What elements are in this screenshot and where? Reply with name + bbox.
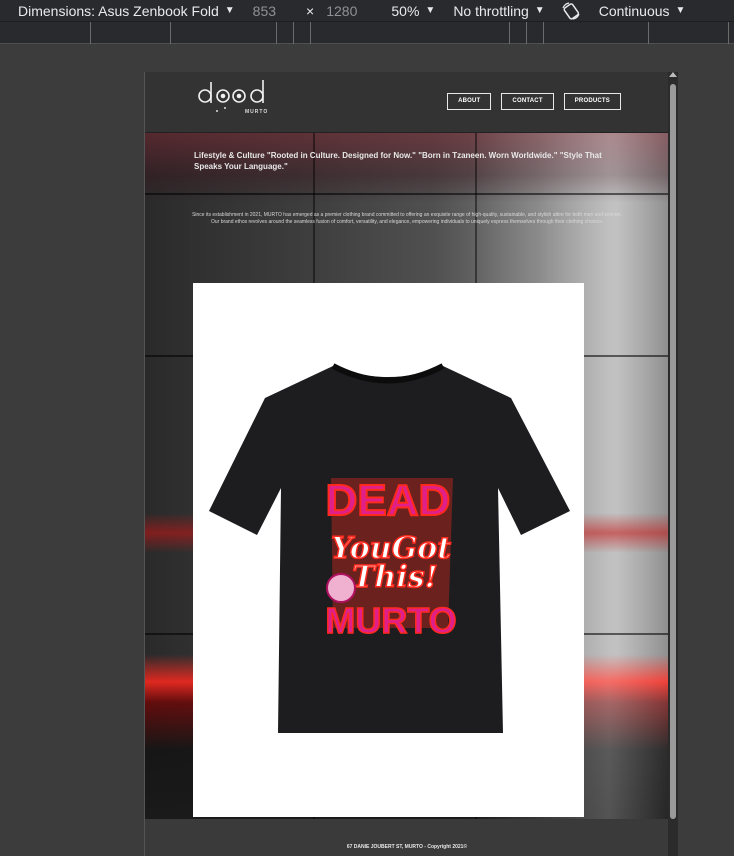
dimensions-dropdown[interactable]: Dimensions: Asus Zenbook Fold ▼	[18, 3, 235, 19]
logo-subtitle: MURTO	[245, 109, 269, 115]
hero-tagline: Lifestyle & Culture "Rooted in Culture. …	[194, 151, 602, 171]
scroll-up-icon[interactable]	[669, 72, 677, 77]
site-footer: 67 DANIE JOUBERT ST, MURTO - Copyright 2…	[145, 819, 668, 856]
about-paragraph: Since its establishment in 2021, MURTO h…	[192, 212, 622, 225]
hero-section: Lifestyle & Culture "Rooted in Culture. …	[145, 133, 668, 819]
mode-label: Continuous	[598, 2, 670, 19]
caret-down-icon: ▼	[534, 5, 545, 16]
dimensions-label: Dimensions: Asus Zenbook Fold	[18, 2, 219, 19]
site-header: MURTO ABOUT CONTACT PRODUCTS	[145, 72, 668, 133]
dimension-separator: ×	[306, 2, 315, 19]
nav-products-button[interactable]: PRODUCTS	[563, 93, 621, 110]
throttling-label: No throttling	[453, 2, 529, 19]
caret-down-icon: ▼	[425, 5, 436, 16]
width-input[interactable]: 853	[253, 3, 276, 19]
zoom-label: 50%	[391, 2, 420, 19]
viewport-scrollbar[interactable]	[668, 72, 678, 856]
caret-down-icon: ▼	[224, 5, 235, 16]
footer-text: 67 DANIE JOUBERT ST, MURTO - Copyright 2…	[346, 844, 468, 850]
tshirt-image: DEAD YouGot This! MURTO	[209, 363, 570, 733]
print-text-top: DEAD	[326, 476, 451, 525]
mode-dropdown[interactable]: Continuous ▼	[599, 3, 686, 19]
print-text-bottom: MURTO	[325, 600, 456, 641]
nav-about-button[interactable]: ABOUT	[447, 93, 492, 110]
brand-logo[interactable]: MURTO	[193, 76, 277, 120]
nav-contact-button[interactable]: CONTACT	[501, 93, 554, 110]
device-toolbar: Dimensions: Asus Zenbook Fold ▼ 853 × 12…	[0, 0, 734, 22]
height-input[interactable]: 1280	[326, 3, 357, 19]
mascot-icon	[326, 573, 356, 603]
media-query-ruler	[0, 22, 734, 44]
product-image-card[interactable]: DEAD YouGot This! MURTO	[193, 283, 584, 817]
rotate-icon[interactable]	[561, 1, 581, 20]
throttling-dropdown[interactable]: No throttling ▼	[453, 3, 544, 19]
caret-down-icon: ▼	[675, 5, 686, 16]
print-text-middle2: This!	[352, 560, 438, 595]
main-nav: ABOUT CONTACT PRODUCTS	[447, 93, 621, 110]
scrollbar-thumb[interactable]	[670, 84, 676, 819]
emulated-viewport: MURTO ABOUT CONTACT PRODUCTS Lifestyle &…	[144, 72, 668, 856]
zoom-dropdown[interactable]: 50% ▼	[391, 3, 435, 19]
